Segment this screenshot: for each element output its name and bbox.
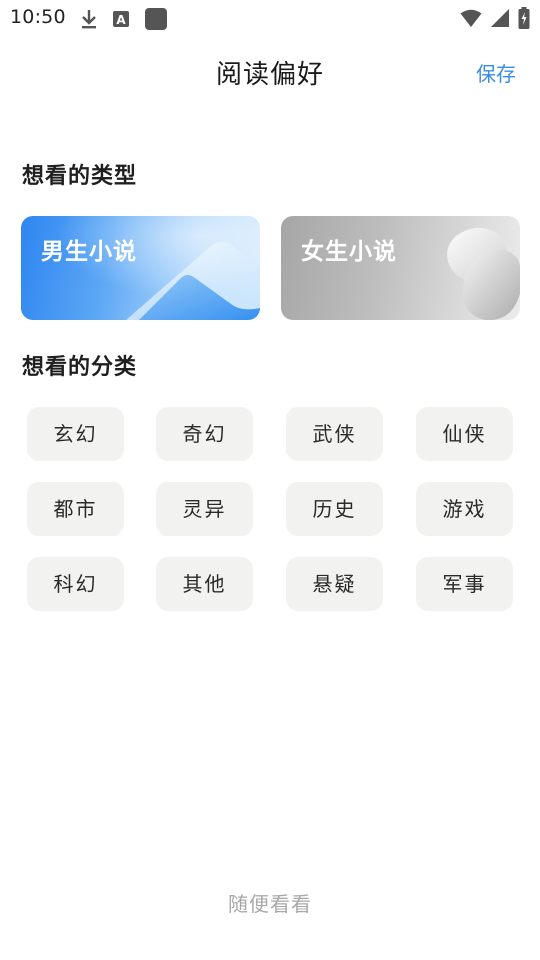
female-novel-card[interactable]: 女生小说 <box>281 216 520 320</box>
browse-randomly-link[interactable]: 随便看看 <box>0 888 540 917</box>
category-chip-lingyi[interactable]: 灵异 <box>156 482 253 536</box>
category-chip-youxi[interactable]: 游戏 <box>416 482 513 536</box>
category-chip-wuxia[interactable]: 武侠 <box>286 407 383 461</box>
category-chip-qita[interactable]: 其他 <box>156 557 253 611</box>
category-chip-xuanhuan[interactable]: 玄幻 <box>27 407 124 461</box>
download-icon <box>80 8 98 34</box>
svg-text:A: A <box>116 13 126 27</box>
category-chip-junshi[interactable]: 军事 <box>416 557 513 611</box>
status-notification-icons: A <box>80 7 168 35</box>
category-chip-kehuan[interactable]: 科幻 <box>27 557 124 611</box>
category-chip-dushi[interactable]: 都市 <box>27 482 124 536</box>
male-novel-card[interactable]: 男生小说 <box>21 216 260 320</box>
category-section-title: 想看的分类 <box>22 355 138 380</box>
page-title: 阅读偏好 <box>215 60 324 90</box>
text-a-icon: A <box>112 10 130 32</box>
type-section-title: 想看的类型 <box>22 164 138 189</box>
header: 阅读偏好 保存 <box>0 36 540 108</box>
category-chip-xuanyi[interactable]: 悬疑 <box>286 557 383 611</box>
status-bar: 10:50 A <box>0 0 540 36</box>
save-button[interactable]: 保存 <box>476 58 516 87</box>
category-chip-lishi[interactable]: 历史 <box>286 482 383 536</box>
battery-charging-icon <box>518 7 530 33</box>
status-time: 10:50 <box>10 6 66 28</box>
male-novel-label: 男生小说 <box>41 239 137 265</box>
signal-icon <box>490 8 510 32</box>
category-chip-qihuan[interactable]: 奇幻 <box>156 407 253 461</box>
female-novel-label: 女生小说 <box>301 239 397 265</box>
square-app-icon <box>144 7 168 35</box>
status-system-icons <box>460 7 530 33</box>
category-chip-xianxia[interactable]: 仙侠 <box>416 407 513 461</box>
wifi-icon <box>460 8 482 32</box>
